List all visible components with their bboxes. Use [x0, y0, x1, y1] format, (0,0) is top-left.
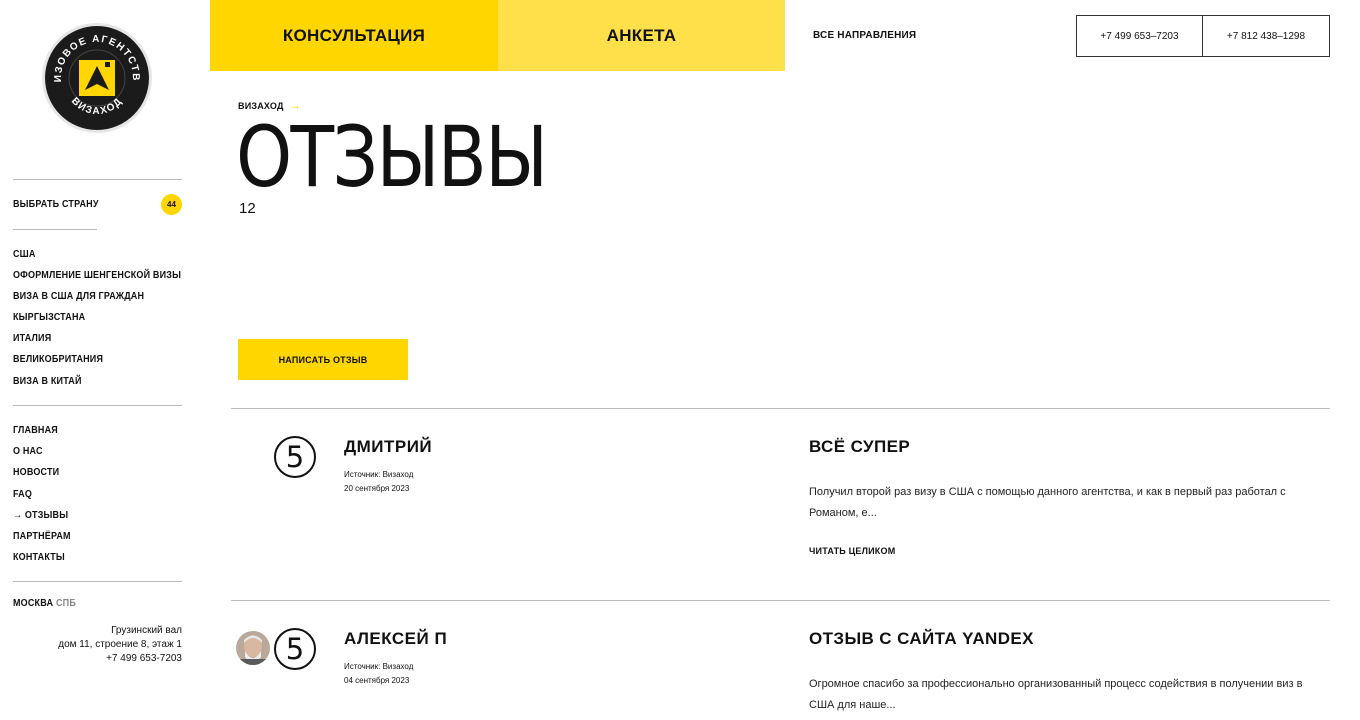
rating-badge: 5	[274, 436, 316, 478]
read-full-review-link[interactable]: ЧИТАТЬ ЦЕЛИКОМ	[809, 546, 895, 556]
review-divider	[231, 600, 1330, 601]
review-excerpt: Огромное спасибо за профессионально орга…	[809, 678, 1303, 711]
rating-badge: 5	[274, 628, 316, 670]
country-count-badge: 44	[161, 194, 182, 215]
review-date: 20 сентября 2023	[344, 484, 410, 493]
country-link-usa-kyrgyz[interactable]: ВИЗА В США ДЛЯ ГРАЖДАН	[13, 291, 144, 302]
city-moscow-tab[interactable]: МОСКВА	[13, 598, 53, 609]
avatar-photo-icon	[236, 631, 270, 665]
reviewer-name: АЛЕКСЕЙ П	[344, 629, 448, 648]
country-link-usa-kyrgyz-cont[interactable]: КЫРГЫЗСТАНА	[13, 312, 85, 323]
sidebar-divider	[13, 581, 182, 582]
review-source: Источник: Визаход	[344, 470, 414, 479]
country-link-schengen[interactable]: ОФОРМЛЕНИЕ ШЕНГЕНСКОЙ ВИЗЫ	[13, 270, 181, 281]
nav-link-contacts[interactable]: КОНТАКТЫ	[13, 552, 65, 563]
phone-moscow-button[interactable]: +7 499 653–7203	[1076, 15, 1203, 57]
reviews-count: 12	[239, 200, 256, 217]
city-spb-tab[interactable]: СПБ	[56, 598, 76, 609]
review-source: Источник: Визаход	[344, 662, 414, 671]
address-building: дом 11, строение 8, этаж 1	[58, 639, 182, 650]
sidebar-divider	[13, 405, 182, 406]
reviewer-avatar	[236, 631, 270, 665]
nav-link-faq[interactable]: FAQ	[13, 489, 32, 500]
nav-link-news[interactable]: НОВОСТИ	[13, 467, 59, 478]
review-divider	[231, 408, 1330, 409]
application-form-tab-button[interactable]: АНКЕТА	[498, 0, 785, 71]
sidebar-divider	[13, 229, 97, 230]
write-review-button[interactable]: НАПИСАТЬ ОТЗЫВ	[238, 339, 408, 380]
sidebar: ВИЗОВОЕ АГЕНТСТВО ВИЗАХОД ВЫБРАТЬ СТРАНУ…	[0, 0, 200, 720]
nav-link-partners[interactable]: ПАРТНЁРАМ	[13, 531, 71, 542]
country-link-uk[interactable]: ВЕЛИКОБРИТАНИЯ	[13, 354, 103, 365]
address-street: Грузинский вал	[111, 625, 182, 636]
page-title: ОТЗЫВЫ	[236, 108, 548, 206]
review-title: ОТЗЫВ С САЙТА YANDEX	[809, 629, 1034, 648]
logo-emblem-icon: ВИЗОВОЕ АГЕНТСТВО ВИЗАХОД	[41, 22, 152, 133]
review-title: ВСЁ СУПЕР	[809, 437, 911, 456]
all-directions-link[interactable]: ВСЕ НАПРАВЛЕНИЯ	[813, 30, 916, 41]
choose-country-link[interactable]: ВЫБРАТЬ СТРАНУ	[13, 199, 99, 210]
visa-agency-logo[interactable]: ВИЗОВОЕ АГЕНТСТВО ВИЗАХОД	[41, 22, 153, 134]
reviewer-name: ДМИТРИЙ	[344, 437, 433, 456]
sidebar-divider	[13, 179, 182, 180]
country-link-usa[interactable]: США	[13, 249, 36, 260]
consultation-tab-button[interactable]: КОНСУЛЬТАЦИЯ	[210, 0, 498, 71]
country-link-china[interactable]: ВИЗА В КИТАЙ	[13, 376, 82, 387]
review-excerpt: Получил второй раз визу в США с помощью …	[809, 486, 1286, 519]
review-date: 04 сентября 2023	[344, 676, 410, 685]
country-link-italy[interactable]: ИТАЛИЯ	[13, 333, 51, 344]
nav-link-home[interactable]: ГЛАВНАЯ	[13, 425, 58, 436]
address-phone[interactable]: +7 499 653-7203	[2, 652, 182, 666]
phone-spb-button[interactable]: +7 812 438–1298	[1202, 15, 1330, 57]
nav-link-reviews-active[interactable]: → ОТЗЫВЫ	[13, 510, 68, 521]
nav-link-about[interactable]: О НАС	[13, 446, 43, 457]
office-address: Грузинский вал дом 11, строение 8, этаж …	[2, 624, 182, 666]
